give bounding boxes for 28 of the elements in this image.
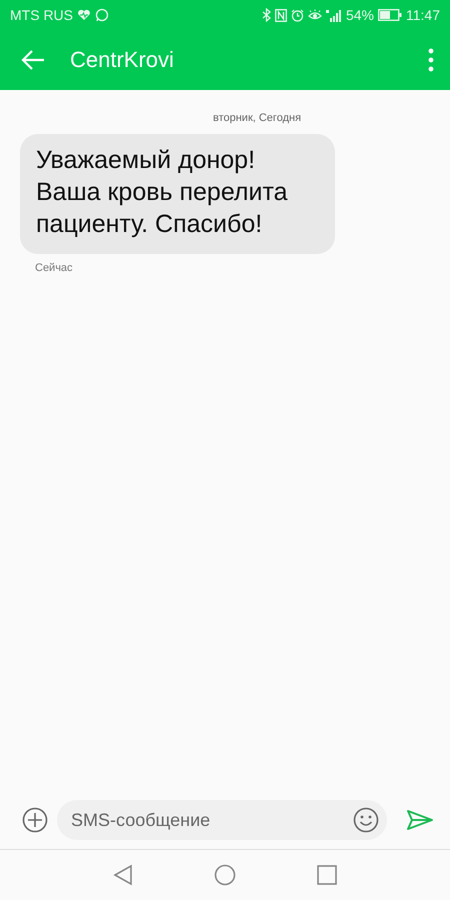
triangle-icon — [113, 864, 133, 886]
date-header: вторник, Сегодня — [212, 112, 302, 124]
add-icon — [22, 807, 48, 833]
square-icon — [317, 865, 337, 885]
smiley-icon — [353, 807, 379, 833]
battery-percent: 54% — [346, 7, 374, 23]
eye-icon — [308, 9, 322, 21]
circle-icon — [214, 864, 236, 886]
signal-icon — [326, 8, 342, 22]
alarm-clock-icon — [290, 8, 304, 22]
back-button[interactable] — [20, 49, 46, 71]
clock-time: 11:47 — [406, 7, 440, 23]
back-arrow-icon — [20, 49, 46, 71]
send-button[interactable] — [406, 809, 434, 831]
message-input-field[interactable]: SMS-сообщение — [57, 800, 387, 840]
emoji-button[interactable] — [353, 807, 379, 833]
message-time: Сейчас — [35, 262, 74, 274]
add-button[interactable] — [22, 807, 48, 833]
bluetooth-icon — [262, 8, 271, 22]
more-options-icon — [428, 48, 434, 72]
contact-name: CentrKrovi — [70, 47, 175, 73]
battery-icon — [378, 9, 402, 21]
message-bubble: Уважаемый донор! Ваша кровь перелита пациенту. Спасибо! — [20, 134, 335, 254]
send-icon — [406, 809, 434, 831]
chat-bubble-icon — [95, 8, 109, 22]
heart-icon — [77, 9, 91, 21]
nfc-icon — [274, 8, 287, 22]
carrier-name: MTS RUS — [10, 7, 73, 23]
